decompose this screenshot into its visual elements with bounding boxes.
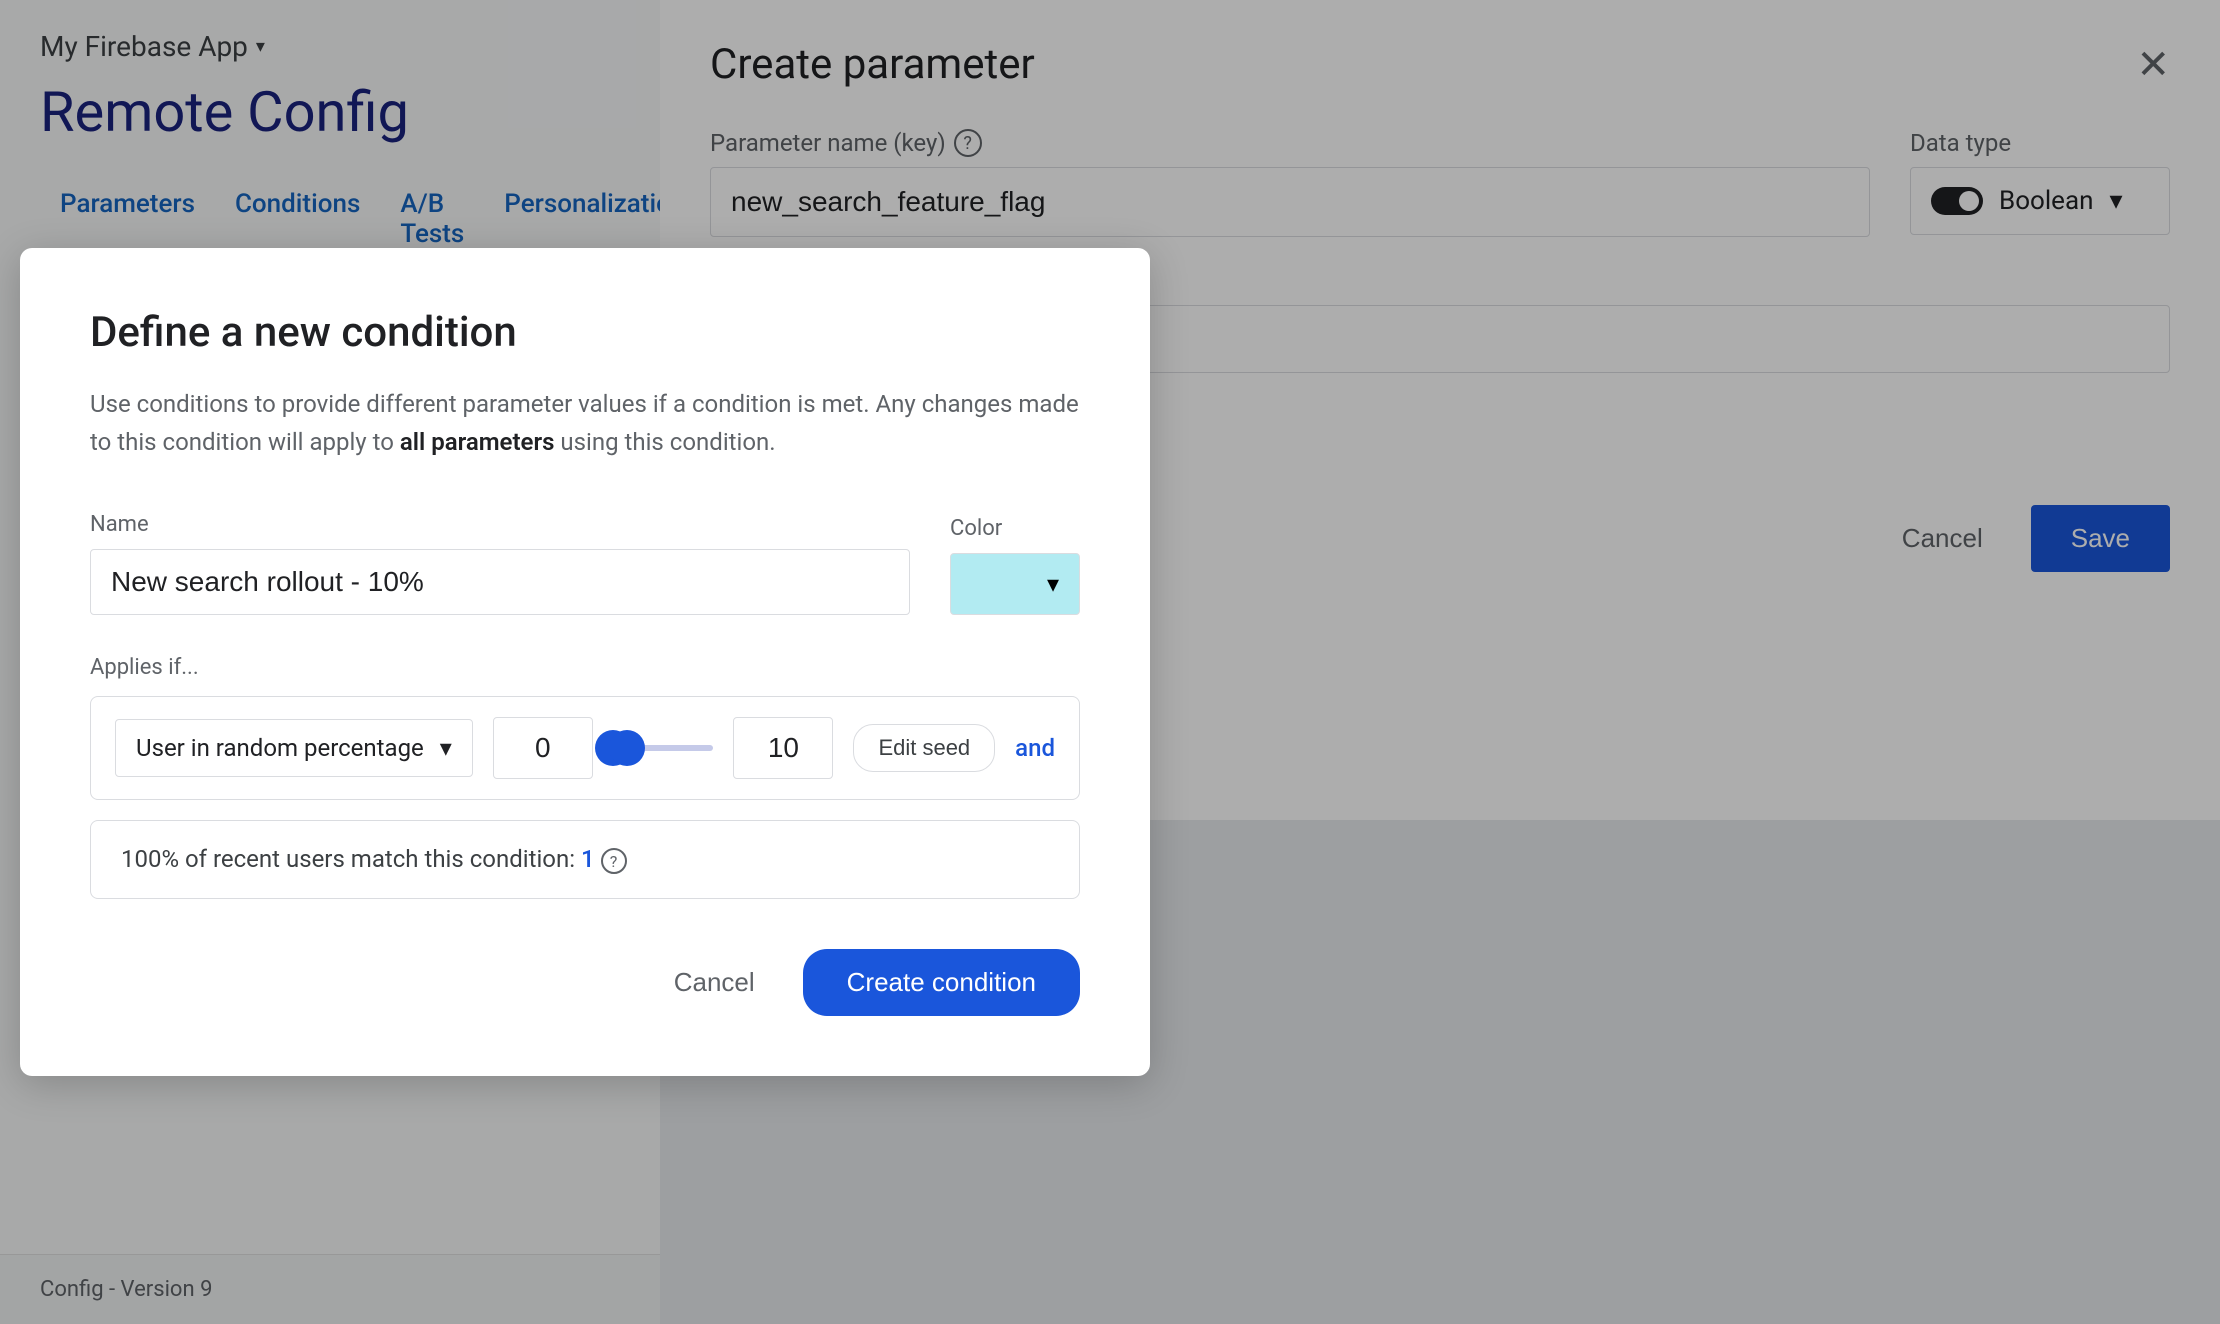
- modal-form-row: Name Color ▾: [90, 512, 1080, 615]
- match-help-icon[interactable]: ?: [601, 848, 627, 874]
- modal-footer: Cancel Create condition: [90, 949, 1080, 1016]
- slider-container[interactable]: [613, 728, 714, 768]
- condition-name-label: Name: [90, 512, 910, 537]
- modal-description: Use conditions to provide different para…: [90, 385, 1080, 462]
- edit-seed-button[interactable]: Edit seed: [853, 724, 995, 772]
- condition-name-field: Name: [90, 512, 910, 615]
- range-min-input[interactable]: [493, 717, 593, 779]
- condition-row: User in random percentage ▾ Edit seed an…: [90, 696, 1080, 800]
- slider-track: [613, 745, 714, 751]
- match-count: 1: [581, 845, 595, 873]
- condition-color-label: Color: [950, 516, 1080, 541]
- condition-type-value: User in random percentage: [136, 734, 424, 762]
- condition-type-dropdown[interactable]: User in random percentage ▾: [115, 719, 473, 777]
- condition-type-chevron-icon: ▾: [440, 734, 452, 762]
- slider-thumb-right[interactable]: [609, 730, 645, 766]
- range-max-input[interactable]: [733, 717, 833, 779]
- define-condition-modal: Define a new condition Use conditions to…: [20, 248, 1150, 1076]
- create-condition-button[interactable]: Create condition: [803, 949, 1080, 1016]
- color-chevron-icon: ▾: [1047, 570, 1059, 598]
- applies-if-label: Applies if...: [90, 655, 1080, 680]
- color-dropdown[interactable]: ▾: [950, 553, 1080, 615]
- and-link[interactable]: and: [1015, 734, 1055, 762]
- modal-desc-bold: all parameters: [400, 428, 555, 456]
- match-info-box: 100% of recent users match this conditio…: [90, 820, 1080, 900]
- modal-title: Define a new condition: [90, 308, 1080, 357]
- modal-overlay: Define a new condition Use conditions to…: [0, 0, 2220, 1324]
- condition-color-field: Color ▾: [950, 516, 1080, 615]
- condition-name-input[interactable]: [90, 549, 910, 615]
- modal-cancel-button[interactable]: Cancel: [650, 951, 779, 1014]
- match-text: 100% of recent users match this conditio…: [121, 845, 575, 873]
